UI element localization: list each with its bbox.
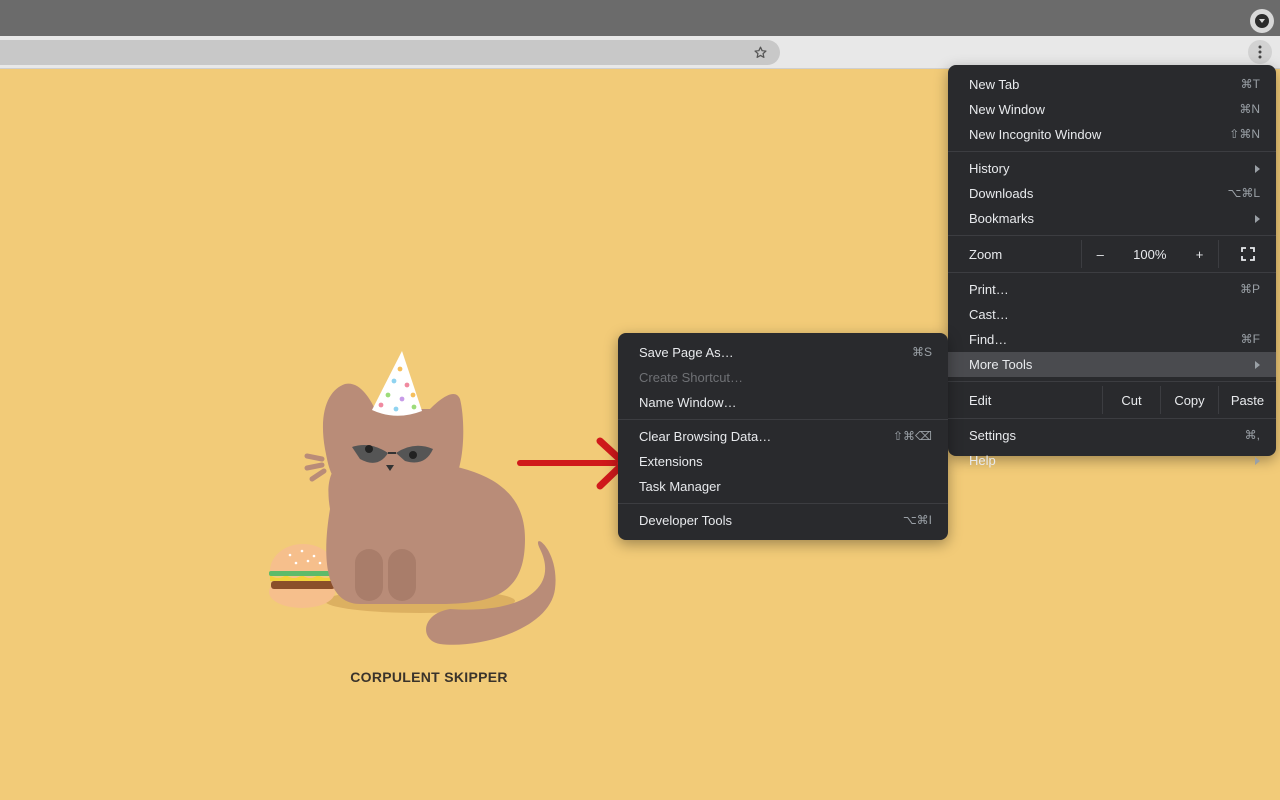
menu-item-cast[interactable]: Cast…: [948, 302, 1276, 327]
zoom-out-button[interactable]: –: [1097, 247, 1104, 262]
menu-item-extensions[interactable]: Extensions: [618, 449, 948, 474]
menu-item-label: Clear Browsing Data…: [639, 429, 772, 444]
chrome-main-menu: New Tab ⌘T New Window ⌘N New Incognito W…: [948, 65, 1276, 468]
zoom-level: 100%: [1133, 246, 1167, 262]
zoom-label: Zoom: [969, 246, 1003, 262]
menu-item-shortcut: ⌘,: [1244, 428, 1260, 442]
menu-item-task-manager[interactable]: Task Manager: [618, 474, 948, 499]
submenu-arrow-icon: [1255, 360, 1260, 369]
menu-item-shortcut: ⌘P: [1239, 282, 1260, 296]
more-tools-submenu: Save Page As… ⌘S Create Shortcut… Name W…: [618, 333, 948, 540]
menu-separator: [948, 272, 1276, 273]
menu-item-label: History: [969, 161, 1010, 176]
menu-separator: [948, 418, 1276, 419]
menu-item-shortcut: ⌘N: [1239, 102, 1260, 116]
menu-item-label: Settings: [969, 428, 1016, 443]
submenu-arrow-icon: [1255, 164, 1260, 173]
profile-icon[interactable]: [1250, 9, 1274, 33]
menu-item-shortcut: ⇧⌘⌫: [892, 429, 932, 443]
menu-item-label: More Tools: [969, 357, 1033, 372]
menu-item-new-window[interactable]: New Window ⌘N: [948, 97, 1276, 122]
burger-icon: [269, 544, 336, 608]
arrow-icon: [517, 437, 628, 490]
menu-item-developer-tools[interactable]: Developer Tools ⌥⌘I: [618, 508, 948, 533]
chrome-menu-icon[interactable]: [1248, 40, 1272, 64]
menu-item-help[interactable]: Help: [948, 448, 1276, 473]
menu-item-shortcut: ⌘S: [911, 345, 932, 359]
menu-item-downloads[interactable]: Downloads ⌥⌘L: [948, 181, 1276, 206]
menu-row-zoom: Zoom – 100% +: [948, 240, 1276, 268]
zoom-in-button[interactable]: +: [1196, 247, 1204, 262]
menu-item-label: Downloads: [969, 186, 1034, 201]
menu-separator: [618, 503, 948, 504]
menu-item-label: Create Shortcut…: [639, 370, 744, 385]
zoom-controls: – 100% +: [1081, 240, 1218, 268]
menu-item-shortcut: ⇧⌘N: [1229, 127, 1260, 141]
fullscreen-button[interactable]: [1218, 240, 1276, 268]
menu-item-label: New Incognito Window: [969, 127, 1102, 142]
menu-item-create-shortcut: Create Shortcut…: [618, 365, 948, 390]
copy-button[interactable]: Copy: [1160, 386, 1218, 414]
cut-button[interactable]: Cut: [1102, 386, 1160, 414]
menu-item-clear-browsing-data[interactable]: Clear Browsing Data… ⇧⌘⌫: [618, 424, 948, 449]
menu-separator: [948, 235, 1276, 236]
menu-item-shortcut: ⌘F: [1240, 332, 1260, 346]
menu-item-label: New Tab: [969, 77, 1020, 92]
menu-item-shortcut: ⌥⌘L: [1227, 186, 1260, 200]
menu-separator: [948, 151, 1276, 152]
menu-item-label: Developer Tools: [639, 513, 732, 528]
menu-item-shortcut: ⌘T: [1240, 77, 1260, 91]
menu-item-label: Print…: [969, 282, 1009, 297]
menu-item-save-page-as[interactable]: Save Page As… ⌘S: [618, 340, 948, 365]
menu-item-label: Name Window…: [639, 395, 737, 410]
menu-item-history[interactable]: History: [948, 156, 1276, 181]
submenu-arrow-icon: [1255, 214, 1260, 223]
menu-item-label: Bookmarks: [969, 211, 1035, 226]
menu-separator: [618, 419, 948, 420]
bookmark-star-icon[interactable]: [751, 43, 770, 62]
menu-item-more-tools[interactable]: More Tools: [948, 352, 1276, 377]
menu-item-print[interactable]: Print… ⌘P: [948, 277, 1276, 302]
menu-item-label: Task Manager: [639, 479, 721, 494]
menu-separator: [948, 381, 1276, 382]
menu-item-label: Help: [969, 453, 996, 468]
menu-item-new-incognito-window[interactable]: New Incognito Window ⇧⌘N: [948, 122, 1276, 147]
menu-item-label: Find…: [969, 332, 1008, 347]
menu-item-label: Extensions: [639, 454, 703, 469]
menu-row-edit: Edit Cut Copy Paste: [948, 386, 1276, 414]
address-bar[interactable]: [0, 40, 780, 65]
menu-item-new-tab[interactable]: New Tab ⌘T: [948, 72, 1276, 97]
menu-item-label: Save Page As…: [639, 345, 734, 360]
menu-item-bookmarks[interactable]: Bookmarks: [948, 206, 1276, 231]
menu-item-settings[interactable]: Settings ⌘,: [948, 423, 1276, 448]
menu-item-find[interactable]: Find… ⌘F: [948, 327, 1276, 352]
cat-caption: CORPULENT SKIPPER: [350, 669, 508, 685]
menu-item-label: New Window: [969, 102, 1045, 117]
paste-button[interactable]: Paste: [1218, 386, 1276, 414]
menu-item-label: Cast…: [969, 307, 1009, 322]
submenu-arrow-icon: [1255, 456, 1260, 465]
menu-item-name-window[interactable]: Name Window…: [618, 390, 948, 415]
menu-item-shortcut: ⌥⌘I: [902, 513, 932, 527]
edit-label: Edit: [969, 392, 992, 408]
tab-strip: [0, 0, 1280, 36]
fullscreen-icon: [1240, 247, 1255, 261]
